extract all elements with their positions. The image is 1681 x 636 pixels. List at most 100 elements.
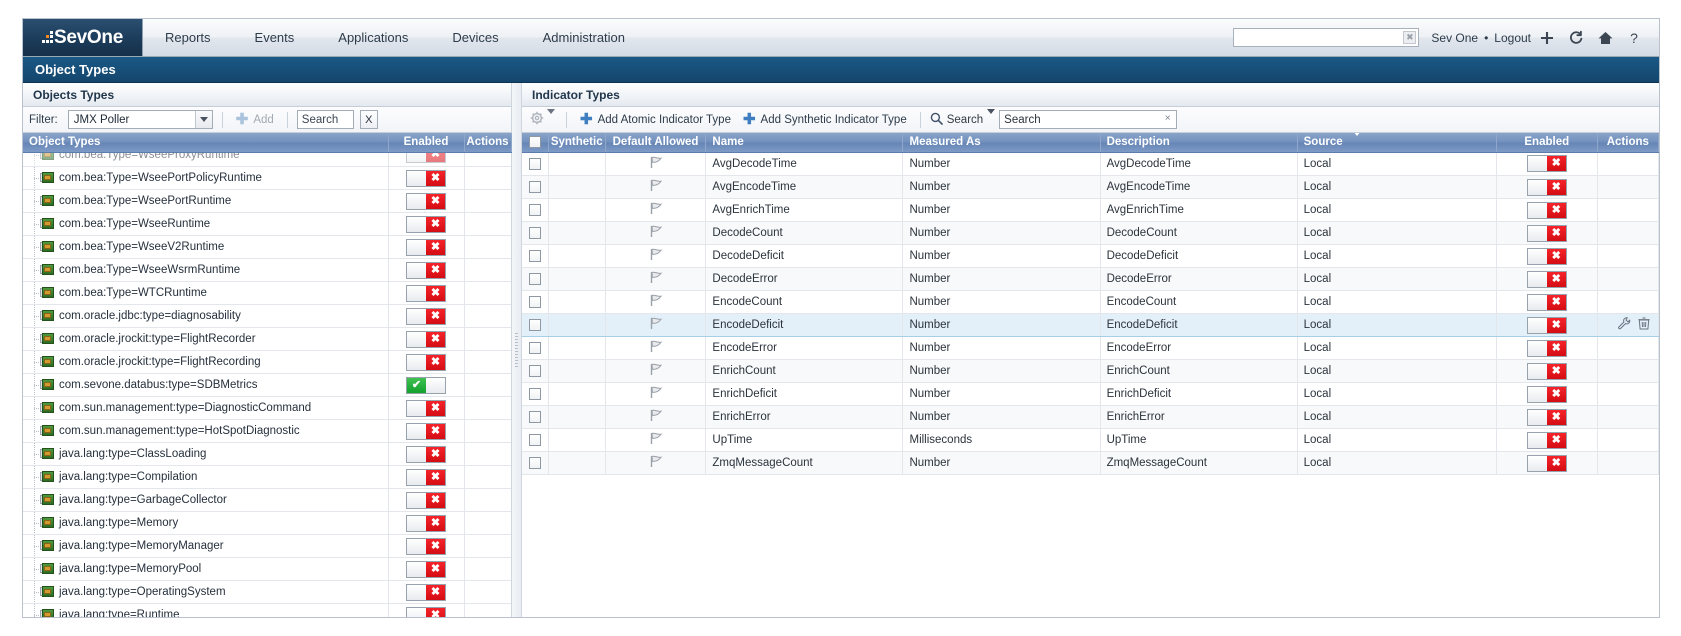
object-type-enabled-toggle[interactable]: ✖ — [406, 307, 446, 325]
row-select-cell[interactable] — [522, 175, 549, 199]
row-select-cell[interactable] — [522, 267, 549, 291]
object-type-name-cell[interactable]: com.oracle.jrockit:type=FlightRecorder — [23, 327, 389, 351]
object-type-name-cell[interactable]: com.bea:Type=WseeWsrmRuntime — [23, 258, 389, 282]
object-type-name-cell[interactable]: java.lang:type=Memory — [23, 511, 389, 535]
object-type-row[interactable]: com.bea:Type=WTCRuntime ✖ — [23, 281, 511, 305]
row-select-cell[interactable] — [522, 359, 549, 383]
flag-icon[interactable] — [649, 432, 663, 445]
flag-icon[interactable] — [649, 386, 663, 399]
column-synthetic[interactable]: Synthetic — [548, 133, 606, 153]
global-search-box[interactable]: ✖ — [1233, 28, 1420, 48]
select-all-checkbox[interactable] — [528, 136, 541, 149]
object-type-name-cell[interactable]: java.lang:type=MemoryPool — [23, 557, 389, 581]
default-allowed-cell[interactable] — [605, 313, 707, 337]
row-checkbox[interactable] — [528, 295, 541, 308]
column-measured-as[interactable]: Measured As — [902, 133, 1101, 153]
edit-wrench-icon[interactable] — [1618, 317, 1631, 333]
object-type-row[interactable]: com.bea:Type=WseeRuntime ✖ — [23, 212, 511, 236]
indicator-type-row[interactable]: DecodeError Number DecodeError Local ✖ — [522, 267, 1659, 291]
default-allowed-cell[interactable] — [605, 152, 707, 176]
home-icon[interactable] — [1592, 25, 1618, 51]
flag-icon[interactable] — [649, 294, 663, 307]
object-type-row[interactable]: java.lang:type=OperatingSystem ✖ — [23, 580, 511, 604]
sevone-logo[interactable]: SevOne — [23, 19, 143, 56]
object-type-name-cell[interactable]: com.bea:Type=WseePortPolicyRuntime — [23, 166, 389, 190]
object-type-row[interactable]: com.oracle.jrockit:type=FlightRecorder ✖ — [23, 327, 511, 351]
object-type-row[interactable]: com.sevone.databus:type=SDBMetrics ✔ — [23, 373, 511, 397]
objects-types-list-scroll[interactable]: com.bea:Type=WseeProxyRuntime ✖ com.bea:Ty… — [23, 152, 511, 617]
row-select-cell[interactable] — [522, 198, 549, 222]
object-type-enabled-toggle[interactable]: ✖ — [406, 238, 446, 256]
indicator-enabled-toggle[interactable]: ✖ — [1526, 293, 1567, 311]
row-checkbox[interactable] — [528, 180, 541, 193]
object-type-name-cell[interactable]: com.bea:Type=WTCRuntime — [23, 281, 389, 305]
object-type-row[interactable]: com.bea:Type=WseePortPolicyRuntime ✖ — [23, 166, 511, 190]
object-type-enabled-toggle[interactable]: ✖ — [406, 422, 446, 440]
object-type-name-cell[interactable]: com.sun.management:type=DiagnosticComman… — [23, 396, 389, 420]
indicator-enabled-toggle[interactable]: ✖ — [1526, 431, 1567, 449]
row-select-cell[interactable] — [522, 290, 549, 314]
object-type-enabled-toggle[interactable]: ✖ — [406, 192, 446, 210]
chevron-down-icon[interactable] — [194, 111, 212, 128]
object-type-name-cell[interactable]: com.oracle.jdbc:type=diagnosability — [23, 304, 389, 328]
object-type-enabled-toggle[interactable]: ✖ — [406, 445, 446, 463]
object-type-enabled-toggle[interactable]: ✖ — [406, 215, 446, 233]
indicator-enabled-toggle[interactable]: ✖ — [1526, 270, 1567, 288]
object-type-name-cell[interactable]: com.bea:Type=WseeProxyRuntime — [23, 152, 389, 167]
indicator-enabled-toggle[interactable]: ✖ — [1526, 178, 1567, 196]
flag-icon[interactable] — [649, 248, 663, 261]
object-type-name-cell[interactable]: com.bea:Type=WseeV2Runtime — [23, 235, 389, 259]
delete-trash-icon[interactable] — [1638, 317, 1650, 333]
flag-icon[interactable] — [649, 156, 663, 169]
default-allowed-cell[interactable] — [605, 244, 707, 268]
object-type-enabled-toggle[interactable]: ✖ — [406, 261, 446, 279]
object-type-name-cell[interactable]: java.lang:type=GarbageCollector — [23, 488, 389, 512]
default-allowed-cell[interactable] — [605, 221, 707, 245]
object-type-row[interactable]: com.bea:Type=WseePortRuntime ✖ — [23, 189, 511, 213]
row-select-cell[interactable] — [522, 451, 549, 475]
row-checkbox[interactable] — [528, 272, 541, 285]
column-enabled[interactable]: Enabled — [1496, 133, 1598, 153]
objects-search-input[interactable]: Search — [296, 110, 354, 129]
indicator-type-row[interactable]: EncodeCount Number EncodeCount Local ✖ — [522, 290, 1659, 314]
indicator-type-row[interactable]: DecodeCount Number DecodeCount Local ✖ — [522, 221, 1659, 245]
indicator-type-row[interactable]: EnrichDeficit Number EnrichDeficit Local ✖ — [522, 382, 1659, 406]
object-type-row[interactable]: java.lang:type=Runtime ✖ — [23, 603, 511, 617]
indicator-enabled-toggle[interactable]: ✖ — [1526, 224, 1567, 242]
object-type-name-cell[interactable]: java.lang:type=Compilation — [23, 465, 389, 489]
object-type-enabled-toggle[interactable]: ✖ — [406, 399, 446, 417]
flag-icon[interactable] — [649, 202, 663, 215]
add-atomic-indicator-type-button[interactable]: ✚ Add Atomic Indicator Type — [576, 111, 735, 128]
default-allowed-cell[interactable] — [605, 336, 707, 360]
indicator-search-clear-icon[interactable]: × — [1161, 113, 1174, 126]
row-checkbox[interactable] — [528, 318, 541, 331]
flag-icon[interactable] — [649, 271, 663, 284]
column-default-allowed[interactable]: Default Allowed — [605, 133, 707, 153]
row-select-cell[interactable] — [522, 382, 549, 406]
default-allowed-cell[interactable] — [605, 267, 707, 291]
object-type-row[interactable]: java.lang:type=Memory ✖ — [23, 511, 511, 535]
row-checkbox[interactable] — [528, 364, 541, 377]
indicator-enabled-toggle[interactable]: ✖ — [1526, 408, 1567, 426]
indicator-search-input[interactable] — [1000, 111, 1177, 128]
object-type-enabled-toggle[interactable]: ✖ — [406, 491, 446, 509]
object-type-row[interactable]: java.lang:type=MemoryManager ✖ — [23, 534, 511, 558]
object-type-name-cell[interactable]: java.lang:type=OperatingSystem — [23, 580, 389, 604]
object-type-name-cell[interactable]: java.lang:type=ClassLoading — [23, 442, 389, 466]
indicator-type-row[interactable]: EncodeDeficit Number EncodeDeficit Local ✖ — [522, 313, 1659, 337]
default-allowed-cell[interactable] — [605, 175, 707, 199]
object-type-name-cell[interactable]: com.oracle.jrockit:type=FlightRecording — [23, 350, 389, 374]
row-select-cell[interactable] — [522, 244, 549, 268]
object-type-name-cell[interactable]: com.bea:Type=WseePortRuntime — [23, 189, 389, 213]
column-source[interactable]: Source — [1297, 133, 1497, 153]
row-checkbox[interactable] — [528, 387, 541, 400]
column-description[interactable]: Description — [1100, 133, 1298, 153]
indicator-enabled-toggle[interactable]: ✖ — [1526, 454, 1567, 472]
add-object-type-button[interactable]: ✚ Add — [232, 111, 278, 128]
plus-icon[interactable] — [1534, 25, 1560, 51]
indicator-type-row[interactable]: EnrichError Number EnrichError Local ✖ — [522, 405, 1659, 429]
select-all-header[interactable] — [522, 133, 549, 153]
indicator-enabled-toggle[interactable]: ✖ — [1526, 247, 1567, 265]
object-type-enabled-toggle[interactable]: ✖ — [406, 514, 446, 532]
object-type-name-cell[interactable]: com.sun.management:type=HotSpotDiagnosti… — [23, 419, 389, 443]
